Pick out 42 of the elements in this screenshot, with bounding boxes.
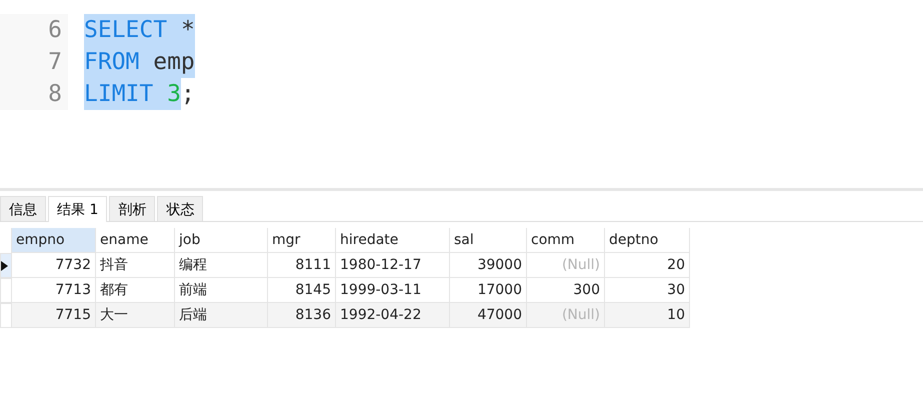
column-header[interactable]: hiredate (336, 228, 450, 253)
table-cell: 7715 (12, 303, 96, 328)
column-header[interactable]: empno (12, 228, 96, 253)
line-number: 7 (0, 46, 68, 78)
column-header[interactable]: job (175, 228, 268, 253)
code-token: * (167, 14, 195, 46)
result-tab[interactable]: 剖析 (109, 196, 156, 221)
result-tab[interactable]: 状态 (157, 196, 204, 221)
table-cell: 7732 (12, 253, 96, 278)
code-token: SELECT (84, 14, 168, 46)
column-header[interactable]: sal (450, 228, 527, 253)
table-cell: 抖音 (96, 253, 175, 278)
result-tab[interactable]: 结果 1 (48, 196, 108, 222)
table-cell: 10 (605, 303, 690, 328)
column-header[interactable]: deptno (605, 228, 690, 253)
code-token: ; (180, 80, 195, 109)
table-cell: 20 (605, 253, 690, 278)
column-header[interactable]: mgr (268, 228, 336, 253)
row-marker[interactable] (0, 278, 12, 303)
table-cell: (Null) (527, 253, 605, 278)
column-header[interactable]: ename (96, 228, 175, 253)
table-cell: 39000 (450, 253, 527, 278)
row-marker[interactable] (0, 303, 12, 328)
table-cell: 编程 (175, 253, 268, 278)
code-token: FROM (84, 46, 140, 78)
table-cell: (Null) (527, 303, 605, 328)
table-cell: 1980-12-17 (336, 253, 450, 278)
table-cell: 8111 (268, 253, 336, 278)
table-cell: 大一 (96, 303, 175, 328)
table-cell: 47000 (450, 303, 527, 328)
current-row-icon (1, 260, 8, 270)
row-marker[interactable] (0, 253, 12, 278)
line-number: 6 (0, 14, 68, 46)
result-tab[interactable]: 信息 (0, 196, 46, 221)
line-number: 8 (0, 78, 68, 110)
code-token: 3 (153, 78, 181, 110)
table-cell: 1992-04-22 (336, 303, 450, 328)
table-cell: 后端 (175, 303, 268, 328)
code-token: LIMIT (84, 78, 154, 110)
column-header[interactable]: comm (527, 228, 605, 253)
code-token: emp (139, 46, 195, 78)
table-cell: 8136 (268, 303, 336, 328)
